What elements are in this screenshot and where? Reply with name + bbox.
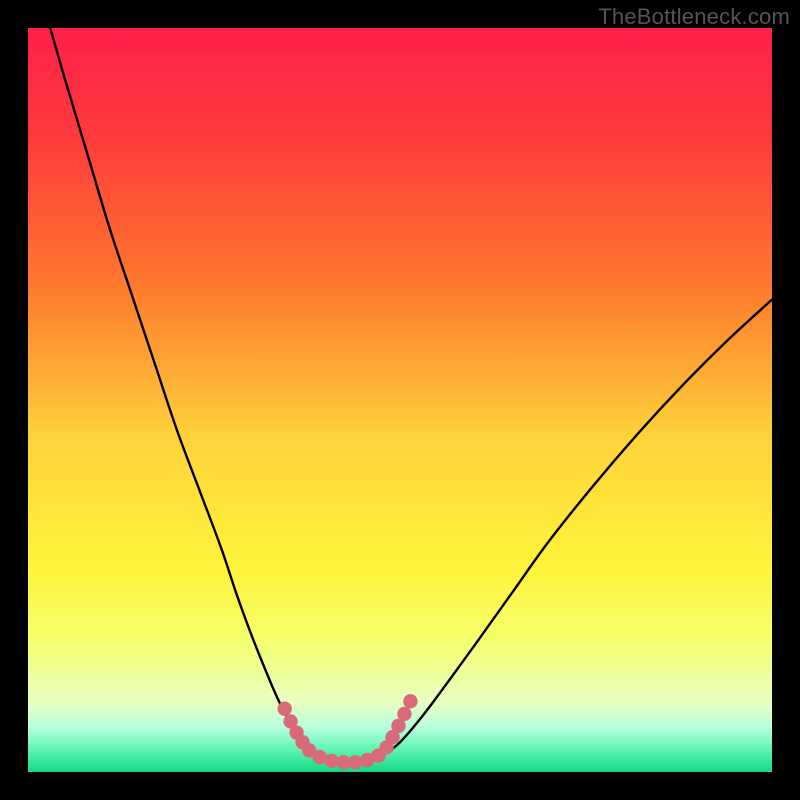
valley-marker: [403, 694, 417, 708]
chart-svg: [28, 28, 772, 772]
outer-frame: TheBottleneck.com: [0, 0, 800, 800]
valley-marker: [397, 707, 411, 721]
chart-plot-area: [28, 28, 772, 772]
gradient-background: [28, 28, 772, 772]
valley-marker: [348, 755, 362, 769]
valley-marker: [277, 702, 291, 716]
watermark-text: TheBottleneck.com: [598, 4, 790, 30]
